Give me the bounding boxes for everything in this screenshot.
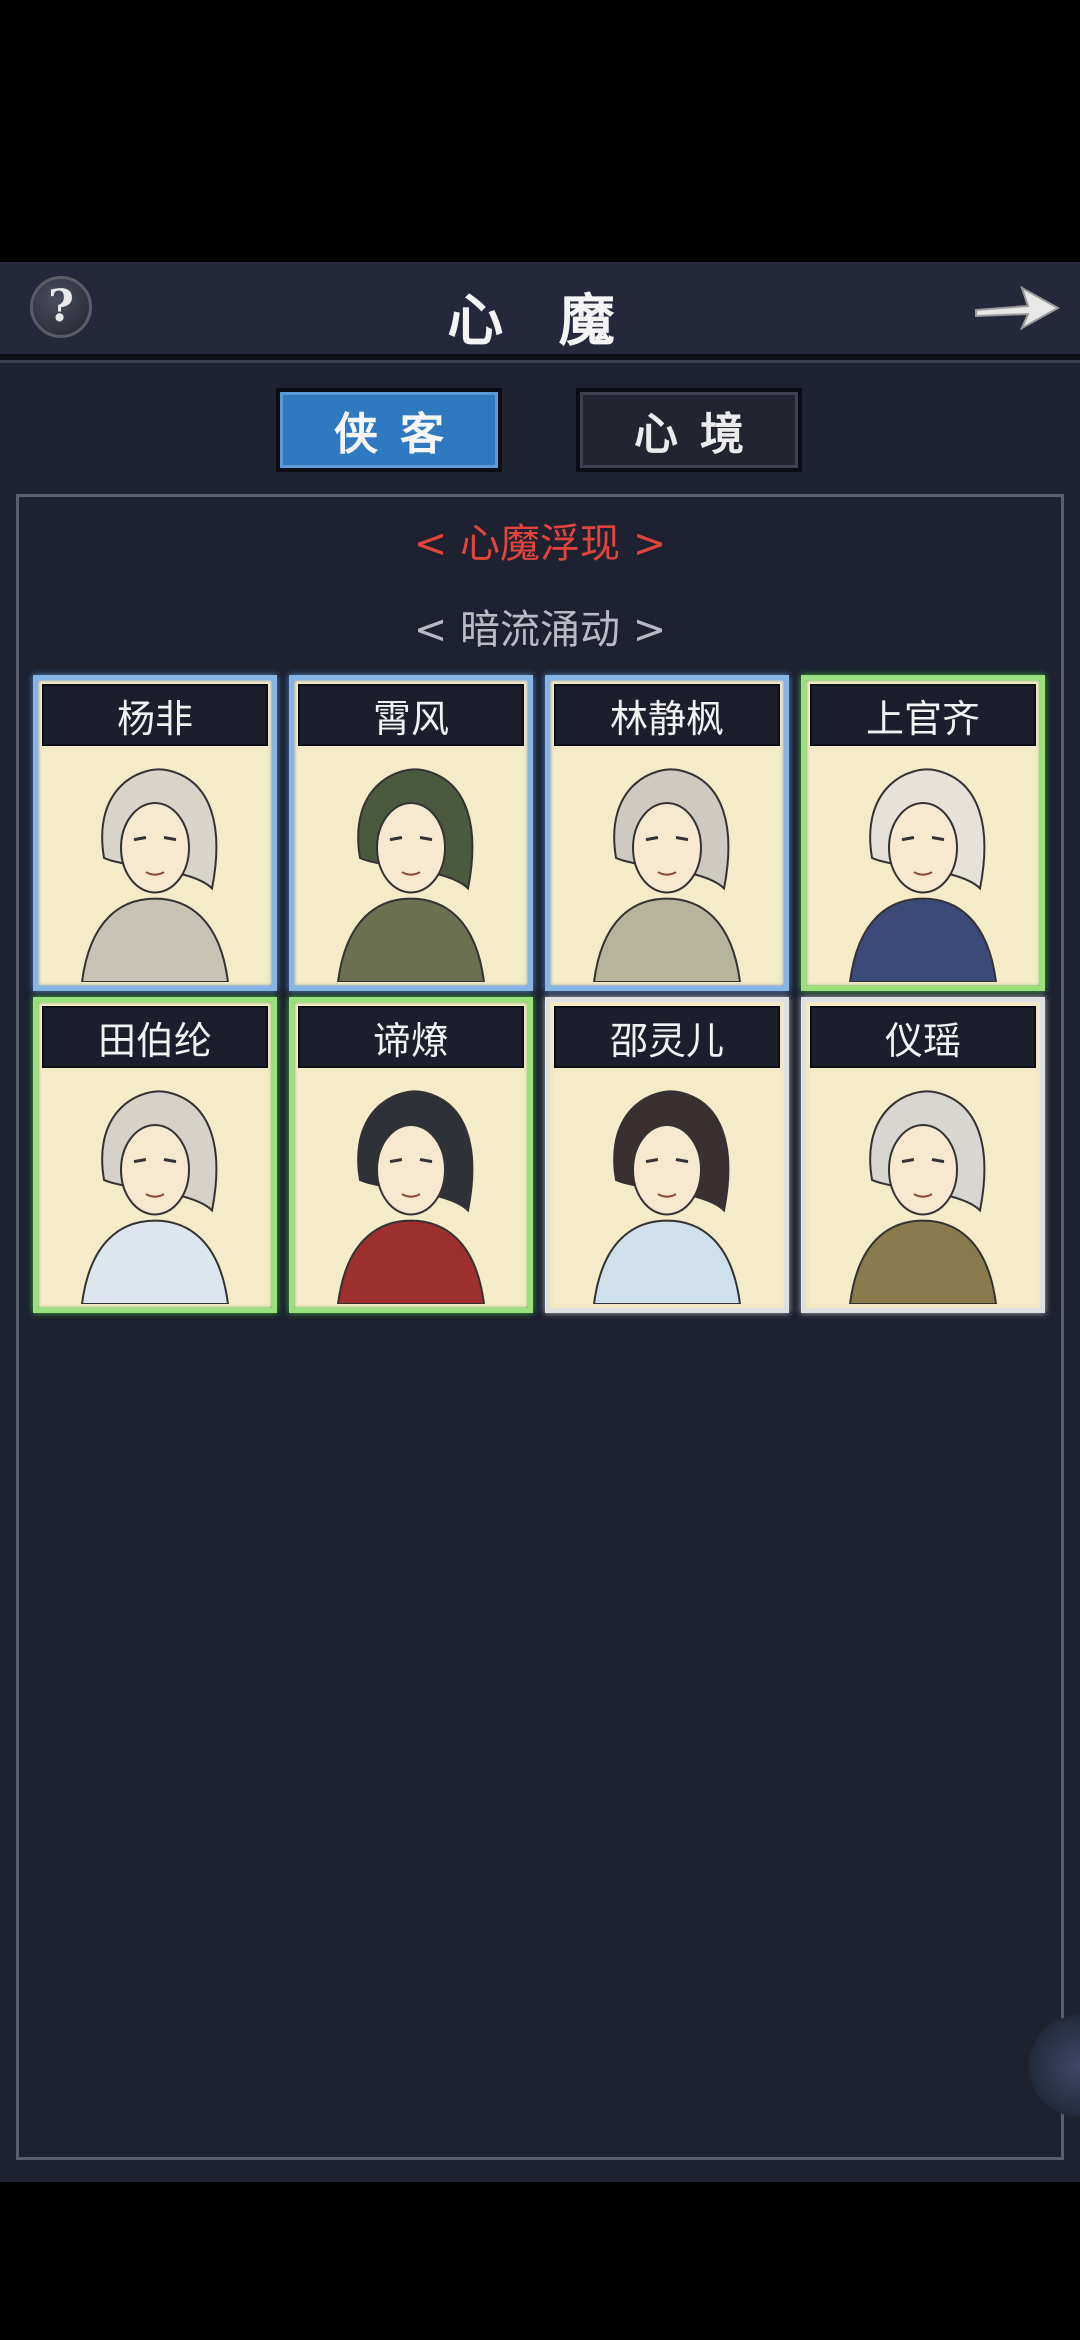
arrow-right-icon[interactable] [970,274,1062,340]
character-name: 林静枫 [554,684,780,746]
character-name: 霄风 [298,684,524,746]
floating-card-badge-icon[interactable] [1016,2012,1080,2120]
character-portrait-icon [810,746,1036,982]
character-portrait-icon [298,1068,524,1304]
section-undercurrent[interactable]: < 暗流涌动 > [19,597,1061,655]
character-card[interactable]: 霄风 [289,675,533,991]
character-portrait-icon [298,746,524,982]
character-name: 田伯纶 [42,1006,268,1068]
character-portrait-icon [42,1068,268,1304]
character-name: 上官齐 [810,684,1036,746]
character-card[interactable]: 邵灵儿 [545,997,789,1313]
tab-xinjing[interactable]: 心境 [576,388,802,472]
character-portrait-icon [554,1068,780,1304]
character-portrait-icon [42,746,268,982]
character-card[interactable]: 上官齐 [801,675,1045,991]
character-panel: < 心魔浮现 > < 暗流涌动 > 杨非 霄风 林静枫 上官齐田伯纶 谛燎 邵灵儿 仪瑶 [16,494,1064,2160]
character-card[interactable]: 田伯纶 [33,997,277,1313]
header-bar: ? 心 魔 [0,262,1080,360]
character-card[interactable]: 仪瑶 [801,997,1045,1313]
character-card[interactable]: 杨非 [33,675,277,991]
character-card[interactable]: 谛燎 [289,997,533,1313]
character-name: 仪瑶 [810,1006,1036,1068]
heart-demon-screen: ? 心 魔 侠客 心境 < 心魔浮现 > < 暗流涌动 > 杨非 霄风 林静枫 上官齐… [0,262,1080,2182]
screen: ? 心 魔 侠客 心境 < 心魔浮现 > < 暗流涌动 > 杨非 霄风 林静枫 上官齐… [0,0,1080,2340]
character-name: 邵灵儿 [554,1006,780,1068]
page-title: 心 魔 [447,288,633,354]
character-portrait-icon [554,746,780,982]
character-name: 杨非 [42,684,268,746]
character-portrait-icon [810,1068,1036,1304]
character-card[interactable]: 林静枫 [545,675,789,991]
tab-xiake[interactable]: 侠客 [276,388,502,472]
character-name: 谛燎 [298,1006,524,1068]
section-heart-demon-emerges[interactable]: < 心魔浮现 > [19,511,1061,569]
